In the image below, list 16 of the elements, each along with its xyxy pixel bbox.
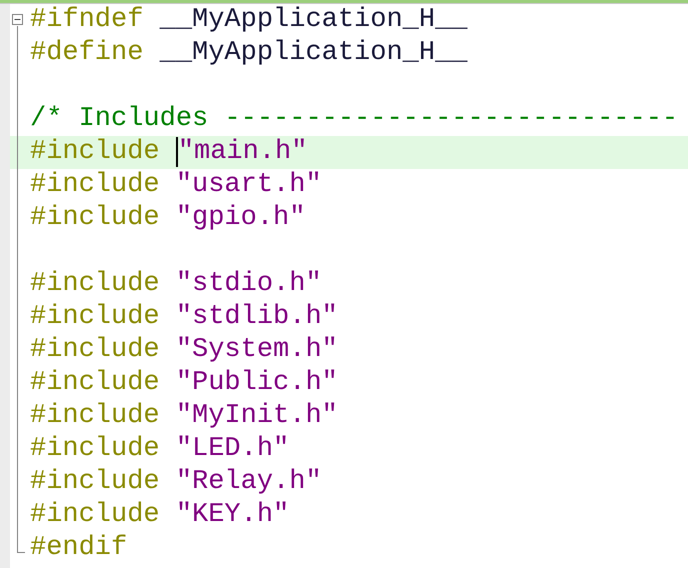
code-line: #include "usart.h" <box>30 169 322 202</box>
code-line: #include "main.h" <box>30 136 308 169</box>
fold-collapse-icon[interactable] <box>12 14 23 25</box>
code-line: #ifndef __MyApplication_H__ <box>30 4 468 37</box>
code-line: #include "KEY.h" <box>30 499 290 532</box>
code-line: #include "stdio.h" <box>30 268 322 301</box>
code-line: #include "LED.h" <box>30 433 290 466</box>
code-line: /* Includes ---------------------------- <box>30 103 678 136</box>
code-line: #include "gpio.h" <box>30 202 306 235</box>
code-line: #include "System.h" <box>30 334 338 367</box>
code-line: #include "Relay.h" <box>30 466 322 499</box>
code-line: #include "MyInit.h" <box>30 400 338 433</box>
code-line: #include "Public.h" <box>30 367 338 400</box>
code-line: #include "stdlib.h" <box>30 301 338 334</box>
code-line: #endif <box>30 532 128 565</box>
code-line: #define __MyApplication_H__ <box>30 37 468 70</box>
